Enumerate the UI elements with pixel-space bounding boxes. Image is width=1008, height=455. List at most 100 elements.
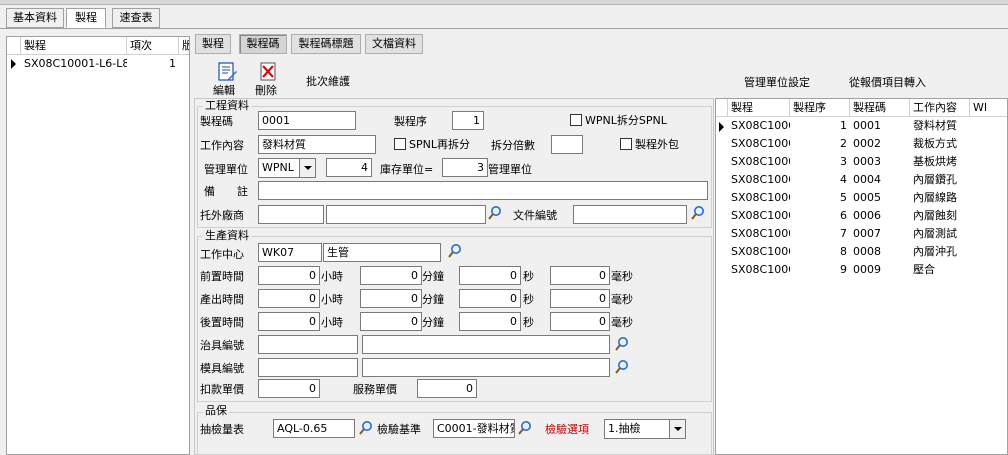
table-row[interactable]: SX08C1000 2 0002 裁板方式 xyxy=(716,135,1007,153)
cell-process[interactable]: SX08C1000 xyxy=(728,207,790,225)
cell-seq[interactable]: 1 xyxy=(790,117,850,135)
mgmt-unit-select[interactable]: WPNL xyxy=(258,158,316,178)
left-grid[interactable]: 製程 項次 版 SX08C10001-L6-L8 1 xyxy=(6,36,190,455)
edit-button[interactable]: 編輯 xyxy=(210,62,244,98)
pre-min-input[interactable]: 0 xyxy=(360,266,422,285)
left-col-item[interactable]: 項次 xyxy=(127,37,179,55)
process-seq-input[interactable]: 1 xyxy=(452,111,484,130)
work-content-input[interactable]: 發料材質 xyxy=(258,135,376,154)
cell-code[interactable]: 0007 xyxy=(850,225,910,243)
table-row[interactable]: SX08C1000 7 0007 內層測試 xyxy=(716,225,1007,243)
prod-hour-input[interactable]: 0 xyxy=(258,289,320,308)
right-col-content[interactable]: 工作內容 xyxy=(910,99,970,117)
cell-content[interactable]: 內層鑽孔 xyxy=(910,171,970,189)
prod-ms-input[interactable]: 0 xyxy=(550,289,610,308)
service-price-input[interactable]: 0 xyxy=(417,379,477,398)
jig-code-input[interactable] xyxy=(258,335,358,354)
subtab-process-code-title[interactable]: 製程碼標題 xyxy=(291,34,361,54)
table-row[interactable]: SX08C1000 6 0006 內層蝕刻 xyxy=(716,207,1007,225)
stock-qty-input[interactable]: 3 xyxy=(442,158,488,177)
post-min-input[interactable]: 0 xyxy=(360,312,422,331)
pre-ms-input[interactable]: 0 xyxy=(550,266,610,285)
cell-code[interactable]: 0009 xyxy=(850,261,910,279)
jig-name-input[interactable] xyxy=(362,335,610,354)
left-col-version[interactable]: 版 xyxy=(179,37,189,55)
right-col-wi[interactable]: WI xyxy=(970,99,1007,117)
cell-seq[interactable]: 9 xyxy=(790,261,850,279)
outsource-checkbox[interactable] xyxy=(620,138,632,150)
sample-table-input[interactable]: AQL-0.65 xyxy=(273,419,355,438)
vendor-name-input[interactable] xyxy=(326,205,486,224)
cell-content[interactable]: 內層線路 xyxy=(910,189,970,207)
wpnl-split-checkbox[interactable] xyxy=(570,114,582,126)
doc-search-icon[interactable] xyxy=(690,205,706,221)
cell-code[interactable]: 0008 xyxy=(850,243,910,261)
left-col-process[interactable]: 製程 xyxy=(21,37,127,55)
doc-no-input[interactable] xyxy=(573,205,687,224)
spnl-split-checkbox[interactable] xyxy=(394,138,406,150)
right-col-code[interactable]: 製程碼 xyxy=(850,99,910,117)
mgmt-unit-setting-button[interactable]: 管理單位設定 xyxy=(744,76,810,90)
work-center-code-input[interactable]: WK07 xyxy=(258,243,322,262)
import-from-quote-button[interactable]: 從報價項目轉入 xyxy=(849,76,926,90)
cell-content[interactable]: 壓合 xyxy=(910,261,970,279)
cell-seq[interactable]: 6 xyxy=(790,207,850,225)
cell-content[interactable]: 基板烘烤 xyxy=(910,153,970,171)
remark-input[interactable] xyxy=(258,181,708,200)
cell-code[interactable]: 0001 xyxy=(850,117,910,135)
cell-code[interactable]: 0005 xyxy=(850,189,910,207)
tab-basic-info[interactable]: 基本資料 xyxy=(6,8,64,28)
cell-process[interactable]: SX08C1000 xyxy=(728,189,790,207)
mold-search-icon[interactable] xyxy=(614,359,630,375)
left-row-item[interactable]: 1 xyxy=(127,55,179,73)
cell-content[interactable]: 內層測試 xyxy=(910,225,970,243)
cell-seq[interactable]: 7 xyxy=(790,225,850,243)
tab-quick-lookup[interactable]: 速查表 xyxy=(112,8,160,28)
cell-process[interactable]: SX08C1000 xyxy=(728,225,790,243)
mgmt-qty-input[interactable]: 4 xyxy=(326,158,372,177)
table-row[interactable]: SX08C1000 3 0003 基板烘烤 xyxy=(716,153,1007,171)
table-row[interactable]: SX08C1000 1 0001 發料材質 xyxy=(716,117,1007,135)
cell-process[interactable]: SX08C1000 xyxy=(728,153,790,171)
work-center-search-icon[interactable] xyxy=(447,243,463,259)
cell-process[interactable]: SX08C1000 xyxy=(728,261,790,279)
cell-content[interactable]: 裁板方式 xyxy=(910,135,970,153)
cell-content[interactable]: 發料材質 xyxy=(910,117,970,135)
right-col-process[interactable]: 製程 xyxy=(728,99,790,117)
post-ms-input[interactable]: 0 xyxy=(550,312,610,331)
vendor-code-input[interactable] xyxy=(258,205,324,224)
post-sec-input[interactable]: 0 xyxy=(459,312,521,331)
post-hour-input[interactable]: 0 xyxy=(258,312,320,331)
right-grid[interactable]: 製程 製程序 製程碼 工作內容 WI SX08C1000 1 0001 發料材質 SX0… xyxy=(715,98,1008,455)
jig-search-icon[interactable] xyxy=(614,336,630,352)
cell-code[interactable]: 0004 xyxy=(850,171,910,189)
right-col-seq[interactable]: 製程序 xyxy=(790,99,850,117)
inspect-std-search-icon[interactable] xyxy=(517,420,533,436)
batch-maintain-button[interactable]: 批次維護 xyxy=(306,75,350,89)
cell-seq[interactable]: 8 xyxy=(790,243,850,261)
work-center-name-input[interactable]: 生管 xyxy=(323,243,441,262)
split-multiple-input[interactable] xyxy=(551,135,583,154)
deduct-price-input[interactable]: 0 xyxy=(258,379,320,398)
cell-code[interactable]: 0002 xyxy=(850,135,910,153)
process-code-input[interactable]: 0001 xyxy=(258,111,356,130)
sample-search-icon[interactable] xyxy=(358,420,374,436)
cell-code[interactable]: 0003 xyxy=(850,153,910,171)
subtab-process[interactable]: 製程 xyxy=(195,34,231,54)
cell-seq[interactable]: 2 xyxy=(790,135,850,153)
pre-hour-input[interactable]: 0 xyxy=(258,266,320,285)
mold-code-input[interactable] xyxy=(258,358,358,377)
cell-process[interactable]: SX08C1000 xyxy=(728,117,790,135)
table-row[interactable]: SX08C1000 9 0009 壓合 xyxy=(716,261,1007,279)
cell-seq[interactable]: 3 xyxy=(790,153,850,171)
cell-code[interactable]: 0006 xyxy=(850,207,910,225)
subtab-process-code[interactable]: 製程碼 xyxy=(239,34,287,54)
table-row[interactable]: SX08C1000 5 0005 內層線路 xyxy=(716,189,1007,207)
tab-process[interactable]: 製程 xyxy=(66,8,106,28)
vendor-search-icon[interactable] xyxy=(487,205,503,221)
cell-content[interactable]: 內層蝕刻 xyxy=(910,207,970,225)
left-row-code[interactable]: SX08C10001-L6-L8 xyxy=(21,55,127,73)
table-row[interactable]: SX08C1000 4 0004 內層鑽孔 xyxy=(716,171,1007,189)
subtab-documents[interactable]: 文檔資料 xyxy=(365,34,423,54)
cell-process[interactable]: SX08C1000 xyxy=(728,243,790,261)
